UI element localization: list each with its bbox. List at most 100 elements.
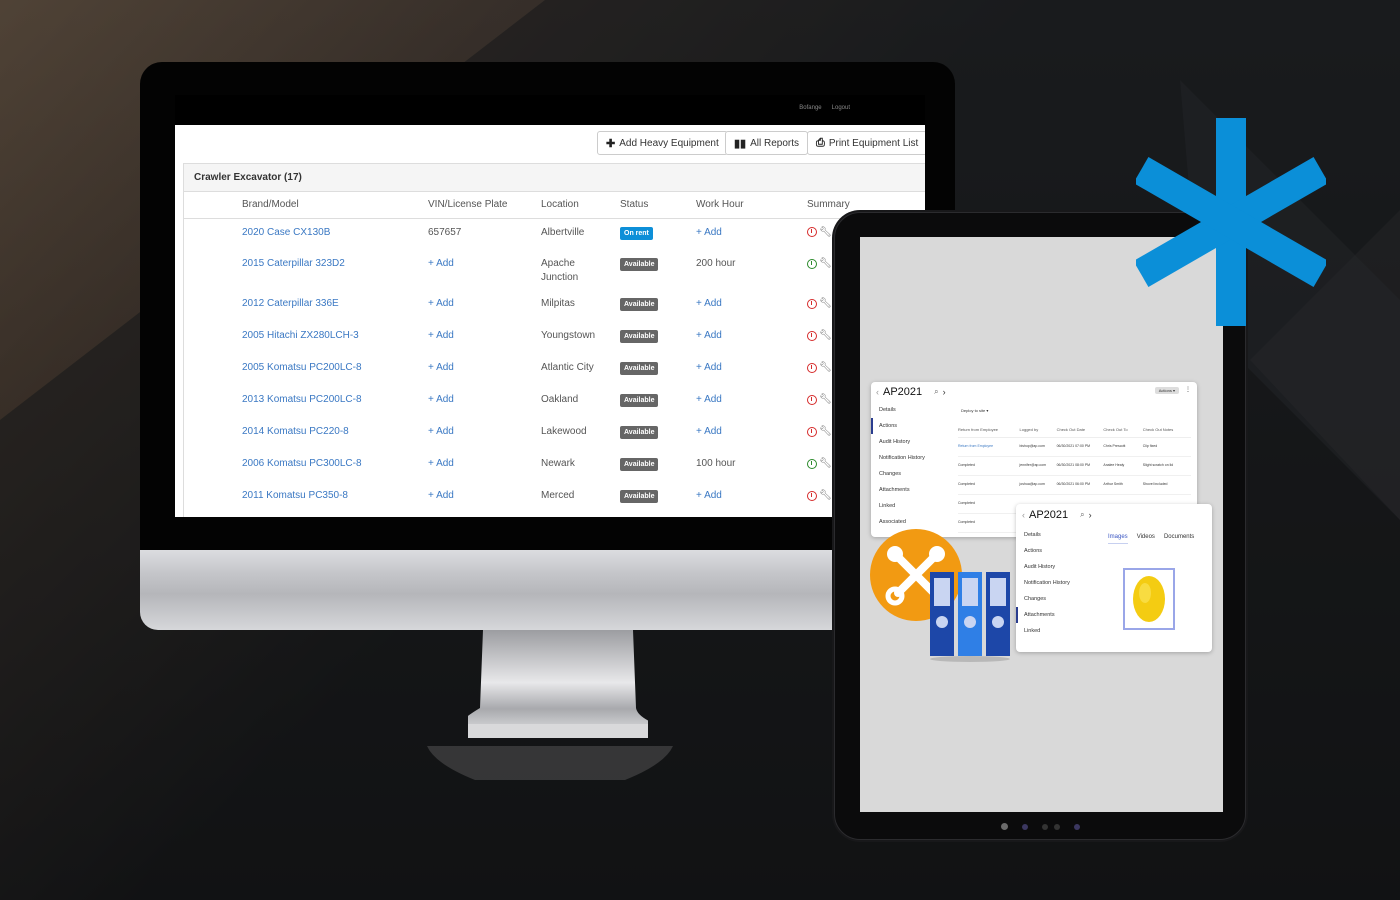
wrench-icon[interactable]: 🔧︎ bbox=[819, 394, 832, 405]
nav-item-audit-history[interactable]: Audit History bbox=[871, 434, 951, 450]
vin-cell[interactable]: + Add bbox=[428, 426, 454, 437]
search-icon[interactable]: ⌕ bbox=[1080, 510, 1084, 520]
equipment-model-link[interactable]: 2014 Komatsu PC220-8 bbox=[242, 426, 349, 437]
equipment-model-link[interactable]: 2020 Case CX130B bbox=[242, 227, 330, 238]
column-header[interactable]: Work Hour bbox=[696, 192, 807, 219]
wrench-icon[interactable]: 🔧︎ bbox=[819, 330, 832, 341]
wrench-icon[interactable]: 🔧︎ bbox=[819, 426, 832, 437]
wrench-icon[interactable]: 🔧︎ bbox=[819, 362, 832, 373]
mini-table-header: Return from Employee Logged by Check Out D… bbox=[958, 423, 1191, 438]
nav-item-details[interactable]: Details bbox=[871, 402, 951, 418]
nav-item-changes[interactable]: Changes bbox=[871, 466, 951, 482]
forward-chevron-icon[interactable]: › bbox=[943, 387, 946, 397]
column-header[interactable]: Brand/Model bbox=[242, 192, 428, 219]
summary-icons: 🔧︎ bbox=[807, 426, 832, 437]
mini-table-row[interactable]: Completed jennifer@ap.com 06/30/2021 08:00… bbox=[958, 456, 1191, 476]
clock-status-icon[interactable] bbox=[807, 330, 817, 341]
wrench-icon[interactable]: 🔧︎ bbox=[819, 258, 832, 269]
equipment-model-link[interactable]: 2015 Caterpillar 323D2 bbox=[242, 258, 345, 269]
print-equipment-list-button[interactable]: ⎙ Print Equipment List bbox=[807, 131, 925, 155]
clock-status-icon[interactable] bbox=[807, 490, 817, 501]
card1-nav: Details Actions Audit History Notification … bbox=[871, 402, 951, 530]
nav-item-actions[interactable]: Actions bbox=[871, 418, 951, 434]
work-hour-cell[interactable]: + Add bbox=[696, 394, 722, 405]
vin-cell[interactable]: + Add bbox=[428, 258, 454, 269]
logout-link[interactable]: Logout bbox=[832, 105, 850, 111]
table-row[interactable]: 2006 Komatsu PC300LC-8 + Add Newark Availab… bbox=[184, 450, 925, 482]
equipment-model-link[interactable]: 2011 Komatsu PC350-8 bbox=[242, 490, 348, 501]
tab-documents[interactable]: Documents bbox=[1164, 534, 1194, 544]
search-icon[interactable]: ⌕ bbox=[934, 387, 938, 397]
mini-table-row[interactable]: Completed joshua@ap.com 06/30/2021 06:00 P… bbox=[958, 475, 1191, 495]
nav-item-attachments[interactable]: Attachments bbox=[1016, 607, 1100, 623]
clock-status-icon[interactable] bbox=[807, 227, 817, 237]
clock-status-icon[interactable] bbox=[807, 426, 817, 437]
vin-cell[interactable]: + Add bbox=[428, 330, 454, 341]
nav-item-notification-history[interactable]: Notification History bbox=[1016, 575, 1100, 591]
table-row[interactable]: 2013 Komatsu PC200LC-8 + Add Oakland Availa… bbox=[184, 386, 925, 418]
table-row[interactable]: 2005 Hitachi ZX280LCH-3 + Add Youngstown Av… bbox=[184, 322, 925, 354]
work-hour-cell[interactable]: + Add bbox=[696, 298, 722, 309]
back-chevron-icon[interactable]: ‹ bbox=[1022, 510, 1025, 520]
work-hour-cell[interactable]: + Add bbox=[696, 227, 722, 238]
nav-item-details[interactable]: Details bbox=[1016, 527, 1100, 543]
clock-status-icon[interactable] bbox=[807, 298, 817, 309]
wrench-icon[interactable]: 🔧︎ bbox=[819, 490, 832, 501]
equipment-model-link[interactable]: 2005 Komatsu PC200LC-8 bbox=[242, 362, 362, 373]
user-link[interactable]: Bofange bbox=[799, 105, 821, 111]
work-hour-cell[interactable]: + Add bbox=[696, 490, 722, 501]
mini-table-row[interactable]: Return from Employee bishop@ap.com 06/30/2… bbox=[958, 437, 1191, 457]
column-header[interactable]: VIN/License Plate bbox=[428, 192, 541, 219]
wrench-icon[interactable]: 🔧︎ bbox=[819, 458, 832, 469]
back-chevron-icon[interactable]: ‹ bbox=[876, 387, 879, 397]
table-row[interactable]: 2011 Komatsu PC350-8 + Add Merced Available… bbox=[184, 482, 925, 514]
more-options-icon[interactable]: ⋮ bbox=[1185, 386, 1191, 393]
nav-item-notification-history[interactable]: Notification History bbox=[871, 450, 951, 466]
table-row[interactable]: 2005 Komatsu PC200LC-8 + Add Atlantic City… bbox=[184, 354, 925, 386]
mini-cell: jennifer@ap.com bbox=[1019, 456, 1057, 476]
work-hour-cell[interactable]: + Add bbox=[696, 426, 722, 437]
clock-status-icon[interactable] bbox=[807, 362, 817, 373]
wrench-icon[interactable]: 🔧︎ bbox=[819, 227, 832, 238]
column-header[interactable]: Status bbox=[620, 192, 696, 219]
actions-dropdown[interactable]: Actions ▾ bbox=[1154, 387, 1179, 394]
equipment-model-link[interactable]: 2005 Hitachi ZX280LCH-3 bbox=[242, 330, 359, 341]
mini-cell: Slight scratch on lid bbox=[1142, 456, 1191, 476]
asterisk-logo-icon bbox=[1136, 118, 1326, 326]
table-row[interactable]: 2014 Komatsu PC220-8 + Add Lakewood Availab… bbox=[184, 418, 925, 450]
sensor-dot bbox=[1073, 823, 1080, 830]
wrench-icon[interactable]: 🔧︎ bbox=[819, 298, 832, 309]
equipment-model-link[interactable]: 2006 Komatsu PC300LC-8 bbox=[242, 458, 362, 469]
work-hour-cell[interactable]: + Add bbox=[696, 362, 722, 373]
vin-cell[interactable]: + Add bbox=[428, 458, 454, 469]
nav-item-attachments[interactable]: Attachments bbox=[871, 482, 951, 498]
tab-images[interactable]: Images bbox=[1108, 534, 1128, 544]
table-row[interactable]: 2015 Caterpillar 323D2 + Add Apache Juncti… bbox=[184, 250, 925, 290]
nav-item-linked[interactable]: Linked bbox=[1016, 623, 1100, 639]
nav-item-changes[interactable]: Changes bbox=[1016, 591, 1100, 607]
clock-status-icon[interactable] bbox=[807, 258, 817, 269]
equipment-model-link[interactable]: 2013 Komatsu PC200LC-8 bbox=[242, 394, 362, 405]
forward-chevron-icon[interactable]: › bbox=[1089, 510, 1092, 520]
panel-title: Crawler Excavator (17) bbox=[184, 164, 925, 192]
table-row[interactable]: 2012 Caterpillar 336E + Add Milpitas Availa… bbox=[184, 290, 925, 322]
work-hour-cell[interactable]: + Add bbox=[696, 330, 722, 341]
vin-cell[interactable]: + Add bbox=[428, 362, 454, 373]
tab-videos[interactable]: Videos bbox=[1137, 534, 1155, 544]
clock-status-icon[interactable] bbox=[807, 458, 817, 469]
all-reports-button[interactable]: ▮▮ All Reports bbox=[725, 131, 809, 155]
attachment-thumbnail[interactable] bbox=[1123, 568, 1175, 630]
nav-item-audit-history[interactable]: Audit History bbox=[1016, 559, 1100, 575]
column-header[interactable]: Location bbox=[541, 192, 620, 219]
table-row[interactable]: 2020 Case CX130B 657657 Albertville On rent… bbox=[184, 218, 925, 250]
vin-cell[interactable]: + Add bbox=[428, 298, 454, 309]
add-heavy-equipment-button[interactable]: ✚ Add Heavy Equipment bbox=[597, 131, 728, 155]
clock-status-icon[interactable] bbox=[807, 394, 817, 405]
vin-cell[interactable]: + Add bbox=[428, 490, 454, 501]
equipment-model-link[interactable]: 2012 Caterpillar 336E bbox=[242, 298, 339, 309]
vin-cell[interactable]: + Add bbox=[428, 394, 454, 405]
mini-column-header: Check Out Date bbox=[1056, 423, 1104, 438]
deploy-filter[interactable]: Deploy to site ▾ bbox=[961, 408, 1191, 413]
nav-item-linked[interactable]: Linked bbox=[871, 498, 951, 514]
nav-item-actions[interactable]: Actions bbox=[1016, 543, 1100, 559]
